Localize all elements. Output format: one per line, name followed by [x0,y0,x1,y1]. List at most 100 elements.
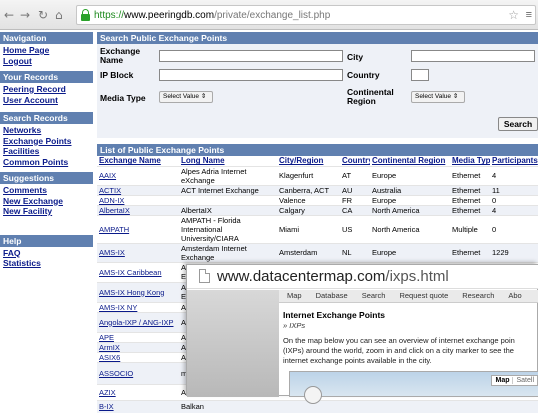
back-arrow-icon[interactable]: ← [4,8,14,22]
exchange-link[interactable]: AMS-IX Hong Kong [99,288,164,297]
overlay-nav-research[interactable]: Research [462,291,494,300]
table-cell: B-IX [97,399,179,413]
sidebar: Navigation Home Page Logout Your Records… [0,32,93,269]
search-button[interactable]: Search [498,117,538,131]
sidebar-item-exchange-points[interactable]: Exchange Points [0,136,93,147]
exchange-link[interactable]: AMS-IX NY [99,303,137,312]
exchange-link[interactable]: APE [99,333,114,342]
table-cell: AT [340,165,370,185]
table-cell: Alpes Adria Internet eXchange [179,165,277,185]
overlay-left-panel [187,290,279,397]
star-icon[interactable]: ☆ [508,8,519,22]
sidebar-item-home-page[interactable]: Home Page [0,45,93,56]
table-row: AMS-IX Amsterdam Internet Exchange Amsterd… [97,242,538,262]
table-cell: Calgary [277,204,340,215]
table-cell: Multiple [450,214,490,243]
reload-icon[interactable]: ↻ [38,8,48,22]
sidebar-item-new-facility[interactable]: New Facility [0,206,93,217]
column-header-country[interactable]: Country [340,156,370,166]
table-cell: Ethernet [450,194,490,205]
overlay-nav-map[interactable]: Map [287,291,302,300]
menu-icon[interactable]: ≡ [526,9,532,21]
overlay-nav-request-quote[interactable]: Request quote [399,291,448,300]
overlay-address-bar[interactable]: www.datacentermap.com/ixps.html [187,265,538,289]
table-cell: Canberra, ACT [277,184,340,195]
media-type-select[interactable]: Select Value ⇕ [159,91,213,103]
table-cell: 4 [490,165,538,185]
sidebar-heading-navigation: Navigation [0,32,93,44]
overlay-map[interactable]: Map Satell [289,371,538,404]
table-cell: Klagenfurt [277,165,340,185]
column-header-continental-region[interactable]: Continental Region [370,156,450,166]
city-label: City [347,52,364,62]
table-cell: AMS-IX Hong Kong [97,281,179,302]
overlay-url-path: /ixps.html [385,268,449,285]
column-header-exchange-name[interactable]: Exchange Name [97,156,179,166]
overlay-description: On the map below you can see an overview… [283,336,515,365]
table-row: AAIX Alpes Adria Internet eXchange Klagenf… [97,165,538,185]
overlay-nav-database[interactable]: Database [316,291,348,300]
lock-icon [81,9,90,21]
exchange-link[interactable]: ASSOCIO [99,369,133,378]
sidebar-item-networks[interactable]: Networks [0,125,93,136]
sidebar-item-common-points[interactable]: Common Points [0,157,93,168]
table-cell: Amsterdam Internet Exchange [179,242,277,262]
home-icon[interactable]: ⌂ [55,8,63,22]
table-row: AMPATH AMPATH - Florida International Uni… [97,214,538,243]
exchange-link[interactable]: AlbertaIX [99,206,130,215]
exchange-link[interactable]: Angola-IXP / ANG-IXP [99,318,173,327]
column-header-media-type[interactable]: Media Type [450,156,490,166]
sidebar-item-comments[interactable]: Comments [0,185,93,196]
sidebar-item-logout[interactable]: Logout [0,56,93,67]
sidebar-item-user-account[interactable]: User Account [0,95,93,106]
sidebar-item-new-exchange[interactable]: New Exchange [0,196,93,207]
country-input[interactable] [411,69,429,81]
map-pan-control-icon[interactable] [304,386,322,404]
table-cell: ASSOCIO [97,361,179,384]
media-type-label: Media Type [100,93,146,103]
sidebar-item-peering-record[interactable]: Peering Record [0,84,93,95]
table-cell: AAIX [97,165,179,185]
table-cell: 0 [490,214,538,243]
exchange-link[interactable]: B-IX [99,402,114,411]
continental-region-select[interactable]: Select Value ⇕ [411,91,465,103]
exchange-link[interactable]: AMPATH [99,225,129,234]
table-cell: North America [370,214,450,243]
ip-block-input[interactable] [159,69,343,81]
exchange-link[interactable]: ADN-IX [99,196,124,205]
table-cell: CA [340,204,370,215]
table-cell [179,194,277,205]
exchange-link[interactable]: AZIX [99,388,116,397]
table-cell [370,399,450,413]
table-cell: Europe [370,165,450,185]
exchange-link[interactable]: AAIX [99,171,116,180]
column-header-long-name[interactable]: Long Name [179,156,277,166]
overlay-nav-search[interactable]: Search [362,291,386,300]
sidebar-item-faq[interactable]: FAQ [0,248,93,259]
table-cell: Miami [277,214,340,243]
map-tab[interactable]: Map [492,377,514,384]
table-cell: ArmIX [97,341,179,352]
table-row: ACTIX ACT Internet Exchange Canberra, ACT A… [97,184,538,195]
exchange-link[interactable]: ASIX6 [99,353,120,362]
city-input[interactable] [411,50,535,62]
address-bar[interactable]: https://www.peeringdb.com/private/exchan… [76,5,536,25]
column-header-participants[interactable]: Participants [490,156,538,166]
exchange-link[interactable]: ArmIX [99,343,120,352]
sidebar-item-facilities[interactable]: Facilities [0,146,93,157]
table-cell: AlbertaIX [179,204,277,215]
table-cell: AZIX [97,383,179,400]
table-cell: FR [340,194,370,205]
forward-arrow-icon[interactable]: → [20,8,30,22]
datacentermap-window: www.datacentermap.com/ixps.html Map Datab… [186,264,538,404]
exchange-link[interactable]: ACTIX [99,186,121,195]
satellite-tab[interactable]: Satell [513,377,537,384]
exchange-name-input[interactable] [159,50,343,62]
exchange-link[interactable]: AMS-IX Caribbean [99,268,162,277]
overlay-nav-about[interactable]: Abo [508,291,521,300]
sidebar-item-statistics[interactable]: Statistics [0,258,93,269]
exchange-link[interactable]: AMS-IX [99,248,125,257]
overlay-url-host: www.datacentermap.com [217,268,386,285]
column-header-city-region[interactable]: City/Region [277,156,340,166]
table-cell: Europe [370,194,450,205]
